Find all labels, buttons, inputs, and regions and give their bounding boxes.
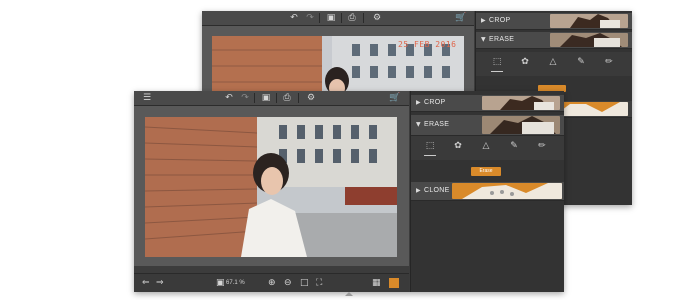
menu-icon[interactable]: ☰ bbox=[140, 91, 154, 105]
panel-empty-area bbox=[411, 201, 564, 292]
cart-icon[interactable]: 🛒 bbox=[388, 91, 402, 105]
erase-button[interactable]: Erase bbox=[471, 167, 501, 176]
expand-icon: ▶ bbox=[416, 187, 421, 194]
front-canvas bbox=[134, 106, 409, 266]
polygon-lasso-icon[interactable]: △ bbox=[546, 56, 560, 68]
redo-icon[interactable]: ↷ bbox=[303, 11, 317, 25]
brush-icon[interactable]: ✎ bbox=[574, 56, 588, 68]
erase-thumbnail bbox=[550, 33, 628, 47]
image-size-icon[interactable]: ▣ bbox=[216, 274, 225, 292]
clone-thumbnail bbox=[452, 183, 562, 199]
expand-icon: ▶ bbox=[481, 17, 486, 24]
front-side-panel: ▶ CROP ▼ ERASE ⬚ ✿ △ ✎ ✏ Erase ▶ CLONE bbox=[410, 91, 564, 292]
lasso-icon[interactable]: ✿ bbox=[451, 140, 465, 152]
redo-icon[interactable]: ↷ bbox=[238, 91, 252, 105]
photo-date-stamp: 25 FEB 2016 bbox=[398, 40, 457, 49]
clone-header[interactable]: ▶ CLONE bbox=[411, 182, 564, 201]
arrow-left-icon[interactable]: ⇐ bbox=[142, 274, 150, 292]
zoom-out-icon[interactable]: ⊖ bbox=[284, 274, 292, 292]
front-app-window: ☰ ↶ ↷ ▣ ⎙ ⚙ 🛒 ⇐ ⇒ ▣ 67.1 % ⊕ ⊖ □ ⛶ ▦ ▶ C… bbox=[134, 91, 564, 292]
settings-icon[interactable]: ⚙ bbox=[370, 11, 384, 25]
save-icon[interactable]: ▣ bbox=[259, 91, 273, 105]
front-toolbar: ☰ ↶ ↷ ▣ ⎙ ⚙ 🛒 bbox=[134, 91, 409, 106]
erase-tools: ⬚ ✿ △ ✎ ✏ bbox=[411, 136, 564, 160]
back-erase-tools: ⬚ ✿ △ ✎ ✏ bbox=[476, 52, 632, 76]
rect-select-icon[interactable]: ⬚ bbox=[490, 56, 504, 72]
front-photo bbox=[145, 117, 397, 257]
polygon-lasso-icon[interactable]: △ bbox=[479, 140, 493, 152]
eraser-icon[interactable]: ✏ bbox=[535, 140, 549, 152]
fit-icon[interactable]: □ bbox=[300, 274, 309, 292]
erase-header[interactable]: ▼ ERASE bbox=[411, 115, 564, 136]
erase-thumbnail bbox=[482, 116, 560, 134]
print-icon[interactable]: ⎙ bbox=[345, 11, 359, 25]
back-toolbar: ↶ ↷ ▣ ⎙ ⚙ 🛒 bbox=[202, 11, 474, 26]
settings-icon[interactable]: ⚙ bbox=[304, 91, 318, 105]
undo-icon[interactable]: ↶ bbox=[222, 91, 236, 105]
front-bottom-bar: ⇐ ⇒ ▣ 67.1 % ⊕ ⊖ □ ⛶ ▦ bbox=[134, 273, 409, 292]
crop-thumbnail bbox=[482, 96, 560, 110]
print-icon[interactable]: ⎙ bbox=[280, 91, 294, 105]
fullscreen-icon[interactable]: ⛶ bbox=[316, 274, 322, 292]
zoom-in-icon[interactable]: ⊕ bbox=[268, 274, 276, 292]
save-icon[interactable]: ▣ bbox=[324, 11, 338, 25]
expand-icon: ▶ bbox=[416, 99, 421, 106]
collapse-icon: ▼ bbox=[481, 36, 486, 43]
back-erase-header[interactable]: ▼ ERASE bbox=[476, 32, 632, 49]
split-view-icon[interactable] bbox=[389, 278, 399, 288]
back-crop-header[interactable]: ▶ CROP bbox=[476, 13, 632, 30]
expand-tab-icon[interactable] bbox=[345, 292, 353, 296]
undo-icon[interactable]: ↶ bbox=[287, 11, 301, 25]
arrow-right-icon[interactable]: ⇒ bbox=[156, 274, 164, 292]
eraser-icon[interactable]: ✏ bbox=[602, 56, 616, 68]
zoom-level[interactable]: 67.1 % bbox=[226, 274, 245, 292]
cart-icon[interactable]: 🛒 bbox=[454, 11, 468, 25]
rect-select-icon[interactable]: ⬚ bbox=[423, 140, 437, 156]
collapse-icon: ▼ bbox=[416, 121, 421, 128]
compare-icon[interactable]: ▦ bbox=[372, 274, 381, 292]
crop-header[interactable]: ▶ CROP bbox=[411, 95, 564, 112]
brush-icon[interactable]: ✎ bbox=[507, 140, 521, 152]
lasso-icon[interactable]: ✿ bbox=[518, 56, 532, 68]
crop-thumbnail bbox=[550, 14, 628, 28]
